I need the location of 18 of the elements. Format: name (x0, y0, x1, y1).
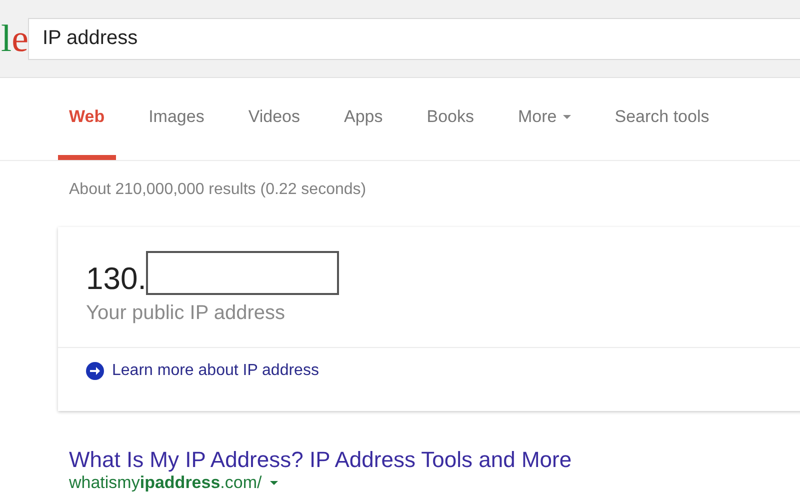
logo-letter: l (1, 18, 12, 60)
caret-icon[interactable] (270, 481, 278, 485)
caption: Your public IP address (58, 296, 800, 348)
tab[interactable]: Search tools (604, 78, 720, 160)
tab[interactable]: More (507, 78, 582, 160)
tab[interactable]: Books (416, 78, 486, 160)
tab[interactable]: Apps (333, 78, 394, 160)
tab[interactable]: Web (58, 78, 116, 160)
tab[interactable]: Videos (237, 78, 312, 160)
result-url: whatismyipaddress.com/ (69, 473, 262, 493)
ip-address: 130. (86, 262, 146, 296)
tab[interactable]: Images (138, 78, 216, 160)
result-stats: About 210,000,000 results (0.22 seconds) (68, 180, 368, 200)
logo-letter: e (12, 18, 28, 60)
caret-icon (562, 114, 571, 118)
learn-more-link[interactable]: Learn more about IP address (112, 362, 319, 380)
search-field[interactable]: IP address (28, 18, 800, 60)
result-title-link[interactable]: What Is My IP Address? IP Address Tools and More (69, 447, 800, 473)
